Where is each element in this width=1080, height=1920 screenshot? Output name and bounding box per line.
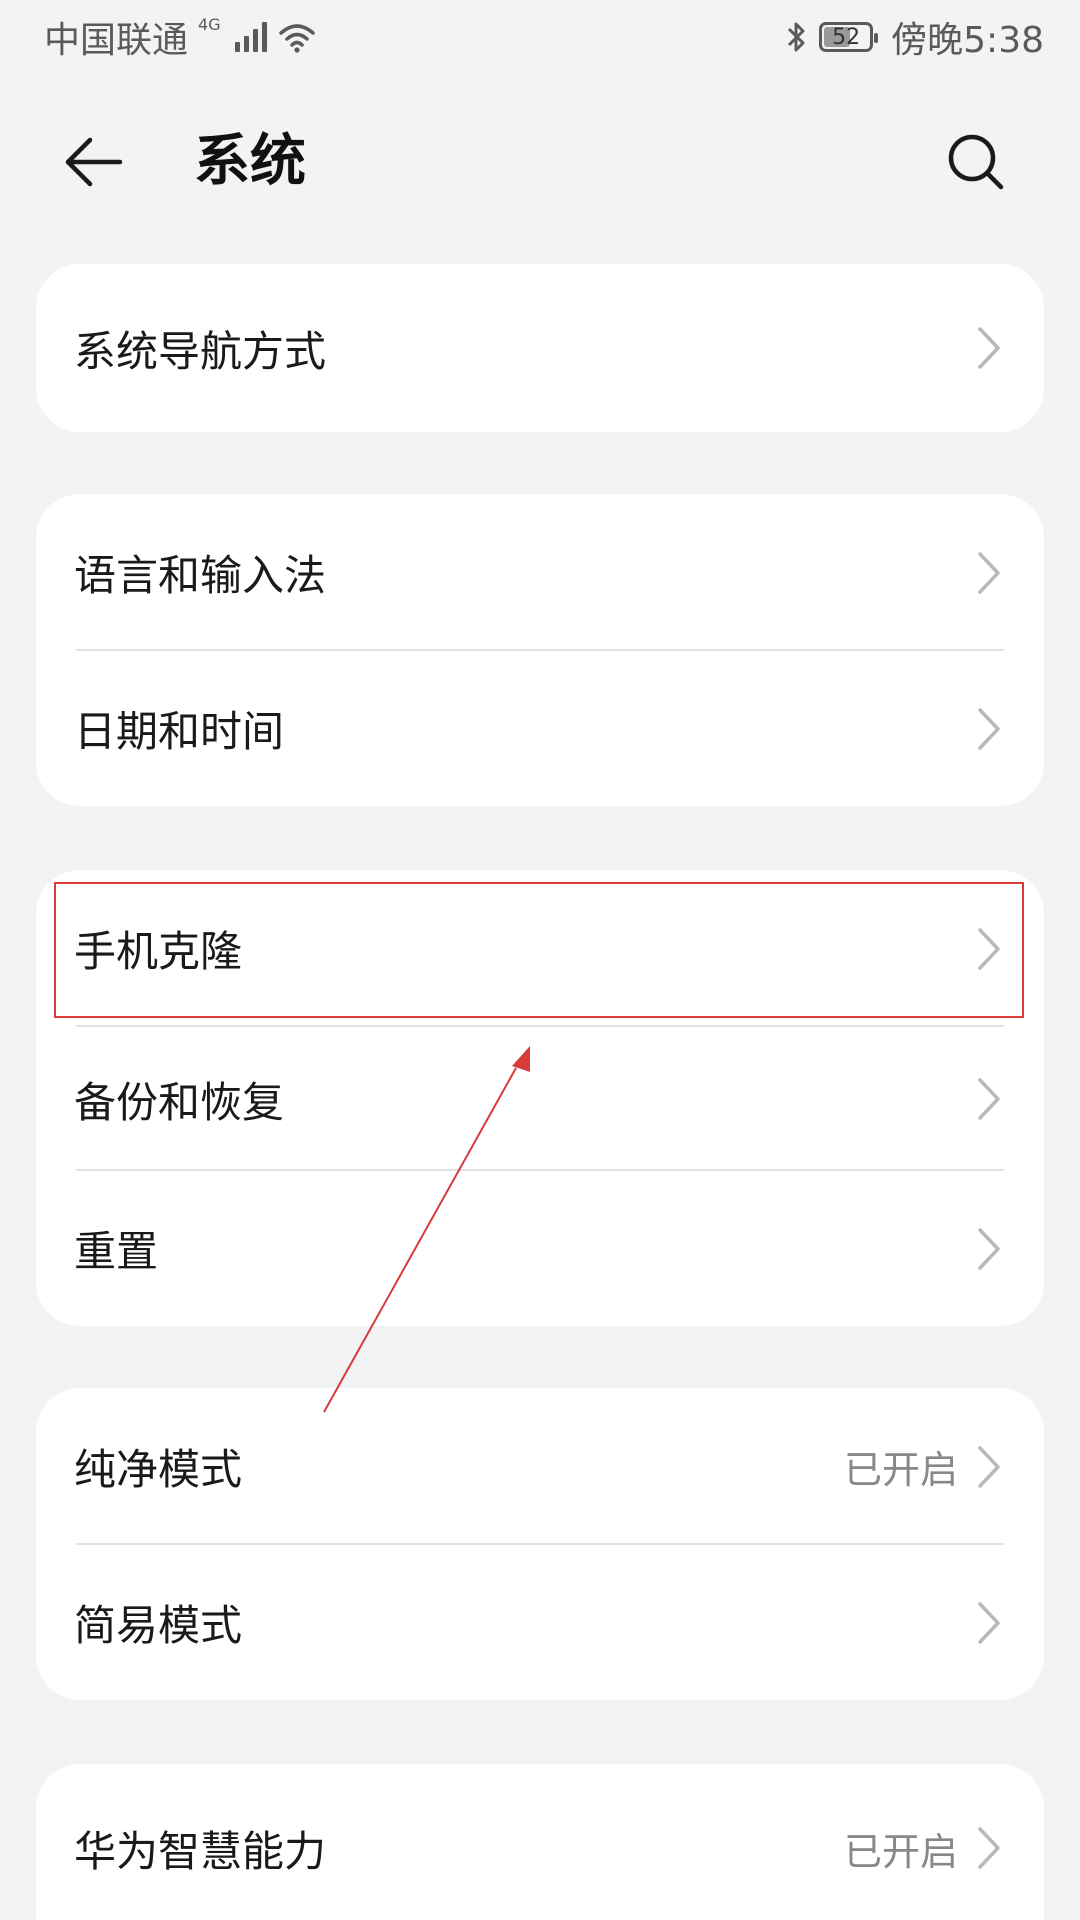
row-status-value: 已开启 <box>843 1829 958 1874</box>
chevron-right-icon <box>978 327 1000 369</box>
page-title: 系统 <box>194 129 306 194</box>
card-language-time: 语言和输入法 日期和时间 <box>36 494 1044 806</box>
row-date-time[interactable]: 日期和时间 <box>36 651 1044 806</box>
row-label: 日期和时间 <box>74 707 285 756</box>
chevron-right-icon <box>978 1601 1000 1644</box>
row-simple-mode[interactable]: 简易模式 <box>36 1545 1044 1700</box>
status-right: 52 傍晚5:38 <box>785 11 1044 63</box>
row-label: 重置 <box>74 1227 159 1276</box>
row-huawei-intelligence[interactable]: 华为智慧能力 已开启 <box>36 1764 1044 1920</box>
search-icon <box>948 134 1004 190</box>
row-label: 语言和输入法 <box>74 551 327 600</box>
search-button[interactable] <box>936 122 1016 202</box>
wifi-icon <box>278 24 315 53</box>
signal-icon <box>234 22 267 52</box>
settings-system-page: 中国联通 4G 52 傍晚5:38 系统 系统导航方式 语言和输入法 日期和时间… <box>0 0 1080 1920</box>
row-pure-mode[interactable]: 纯净模式 已开启 <box>36 1388 1044 1545</box>
row-label: 备份和恢复 <box>74 1077 285 1127</box>
row-label: 简易模式 <box>74 1601 243 1650</box>
card-modes: 纯净模式 已开启 简易模式 <box>36 1388 1044 1700</box>
chevron-right-icon <box>978 1445 1000 1488</box>
card-clone-backup-reset: 手机克隆 备份和恢复 重置 <box>36 870 1044 1326</box>
row-label: 系统导航方式 <box>74 326 327 376</box>
card-huawei-intelligence: 华为智慧能力 已开启 <box>36 1764 1044 1920</box>
row-label: 纯净模式 <box>74 1445 243 1494</box>
status-left: 中国联通 4G <box>44 11 317 63</box>
row-language-input[interactable]: 语言和输入法 <box>36 494 1044 651</box>
row-phone-clone[interactable]: 手机克隆 <box>36 870 1044 1027</box>
chevron-right-icon <box>978 1227 1000 1270</box>
clock: 傍晚5:38 <box>891 20 1044 61</box>
bluetooth-icon <box>788 22 805 52</box>
row-label: 华为智慧能力 <box>74 1826 327 1876</box>
status-bar: 中国联通 4G 52 傍晚5:38 <box>0 0 1080 74</box>
network-type: 4G <box>198 15 221 34</box>
row-backup-restore[interactable]: 备份和恢复 <box>36 1027 1044 1171</box>
row-reset[interactable]: 重置 <box>36 1171 1044 1326</box>
card-navigation: 系统导航方式 <box>36 264 1044 432</box>
arrow-left-icon <box>65 137 123 187</box>
row-label: 手机克隆 <box>74 927 243 976</box>
row-system-navigation[interactable]: 系统导航方式 <box>36 264 1044 432</box>
battery-icon: 52 <box>819 22 879 52</box>
chevron-right-icon <box>978 551 1000 594</box>
carrier-name: 中国联通 <box>44 20 189 61</box>
back-button[interactable] <box>62 122 152 202</box>
chevron-right-icon <box>978 1078 1000 1120</box>
chevron-right-icon <box>978 927 1000 970</box>
battery-level: 52 <box>832 24 861 50</box>
chevron-right-icon <box>978 1827 1000 1869</box>
chevron-right-icon <box>978 707 1000 750</box>
row-status-value: 已开启 <box>843 1448 958 1492</box>
app-header: 系统 <box>0 100 1080 220</box>
